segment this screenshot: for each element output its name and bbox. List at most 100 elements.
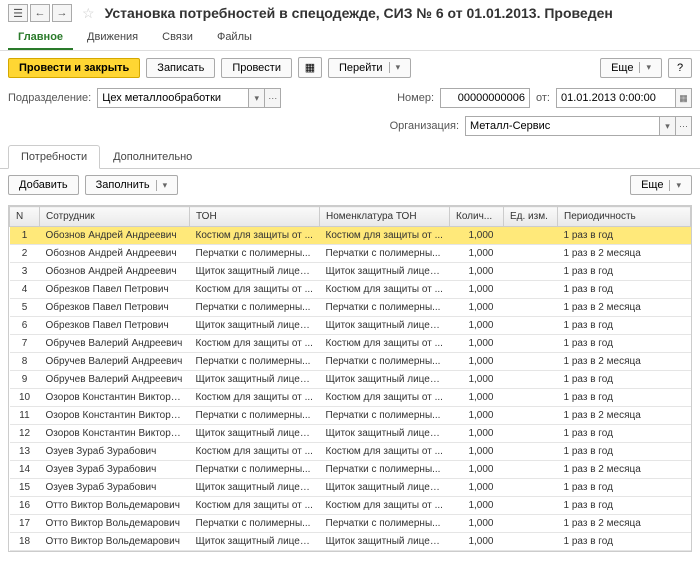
- cell-period: 1 раз в год: [558, 317, 691, 335]
- fill-button[interactable]: Заполнить ▾: [85, 175, 179, 195]
- cell-ton: Костюм для защиты от ...: [190, 389, 320, 407]
- cell-n: 15: [10, 479, 40, 497]
- cell-qty: 1,000: [450, 281, 504, 299]
- table-row[interactable]: 18Отто Виктор ВольдемаровичЩиток защитны…: [10, 533, 691, 551]
- cell-nom: Перчатки с полимерны...: [320, 299, 450, 317]
- open-icon[interactable]: ⋯: [265, 88, 281, 108]
- cell-employee: Обручев Валерий Андреевич: [40, 371, 190, 389]
- cell-period: 1 раз в 2 месяца: [558, 461, 691, 479]
- cell-qty: 1,000: [450, 299, 504, 317]
- form-row-2: Организация: ▾ ⋯: [0, 112, 700, 140]
- cell-n: 3: [10, 263, 40, 281]
- forward-button[interactable]: →: [52, 4, 72, 22]
- registers-icon[interactable]: ▦: [298, 57, 322, 78]
- back-button[interactable]: ←: [30, 4, 50, 22]
- cell-ton: Щиток защитный лицевой: [190, 263, 320, 281]
- dept-label: Подразделение:: [8, 92, 91, 104]
- table-header: N Сотрудник ТОН Номенклатура ТОН Колич..…: [10, 207, 691, 227]
- table-row[interactable]: 2Обознов Андрей АндреевичПерчатки с поли…: [10, 245, 691, 263]
- cell-qty: 1,000: [450, 227, 504, 245]
- page-title: Установка потребностей в спецодежде, СИЗ…: [105, 5, 613, 21]
- org-field[interactable]: [465, 116, 660, 136]
- cell-employee: Озоров Константин Викторо...: [40, 389, 190, 407]
- table-row[interactable]: 13Озуев Зураб ЗурабовичКостюм для защиты…: [10, 443, 691, 461]
- col-nomenclature[interactable]: Номенклатура ТОН: [320, 207, 450, 227]
- cell-employee: Обознов Андрей Андреевич: [40, 245, 190, 263]
- post-and-close-button[interactable]: Провести и закрыть: [8, 58, 140, 78]
- table-row[interactable]: 7Обручев Валерий АндреевичКостюм для защ…: [10, 335, 691, 353]
- col-n[interactable]: N: [10, 207, 40, 227]
- cell-ton: Щиток защитный лицевой: [190, 479, 320, 497]
- cell-nom: Перчатки с полимерны...: [320, 461, 450, 479]
- cell-qty: 1,000: [450, 515, 504, 533]
- table-row[interactable]: 16Отто Виктор ВольдемаровичКостюм для за…: [10, 497, 691, 515]
- cell-period: 1 раз в год: [558, 479, 691, 497]
- col-periodicity[interactable]: Периодичность: [558, 207, 691, 227]
- post-button[interactable]: Провести: [221, 58, 292, 78]
- table-row[interactable]: 12Озоров Константин Викторо...Щиток защи…: [10, 425, 691, 443]
- table-row[interactable]: 1Обознов Андрей АндреевичКостюм для защи…: [10, 227, 691, 245]
- cell-nom: Перчатки с полимерны...: [320, 407, 450, 425]
- titlebar: ☰ ← → ☆ Установка потребностей в спецоде…: [0, 0, 700, 26]
- table-row[interactable]: 17Отто Виктор ВольдемаровичПерчатки с по…: [10, 515, 691, 533]
- table-row[interactable]: 15Озуев Зураб ЗурабовичЩиток защитный ли…: [10, 479, 691, 497]
- cell-qty: 1,000: [450, 425, 504, 443]
- table-row[interactable]: 10Озоров Константин Викторо...Костюм для…: [10, 389, 691, 407]
- cell-period: 1 раз в год: [558, 533, 691, 551]
- tab-files[interactable]: Файлы: [207, 26, 262, 50]
- table-row[interactable]: 11Озоров Константин Викторо...Перчатки с…: [10, 407, 691, 425]
- col-employee[interactable]: Сотрудник: [40, 207, 190, 227]
- tab-links[interactable]: Связи: [152, 26, 203, 50]
- col-unit[interactable]: Ед. изм.: [504, 207, 558, 227]
- table-row[interactable]: 4Обрезков Павел ПетровичКостюм для защит…: [10, 281, 691, 299]
- table-row[interactable]: 3Обознов Андрей АндреевичЩиток защитный …: [10, 263, 691, 281]
- cell-nom: Костюм для защиты от ...: [320, 281, 450, 299]
- cell-ton: Щиток защитный лицевой: [190, 371, 320, 389]
- save-button[interactable]: Записать: [146, 58, 215, 78]
- more-label: Еще: [611, 62, 633, 74]
- cell-employee: Озоров Константин Викторо...: [40, 407, 190, 425]
- favorite-star-icon[interactable]: ☆: [82, 5, 95, 22]
- add-button[interactable]: Добавить: [8, 175, 79, 195]
- chevron-down-icon: ▾: [639, 62, 651, 73]
- cell-unit: [504, 317, 558, 335]
- cell-nom: Щиток защитный лицевой: [320, 425, 450, 443]
- cell-n: 18: [10, 533, 40, 551]
- table-row[interactable]: 14Озуев Зураб ЗурабовичПерчатки с полиме…: [10, 461, 691, 479]
- table-row[interactable]: 9Обручев Валерий АндреевичЩиток защитный…: [10, 371, 691, 389]
- chevron-down-icon: ▾: [156, 180, 168, 191]
- table-row[interactable]: 8Обручев Валерий АндреевичПерчатки с пол…: [10, 353, 691, 371]
- chevron-down-icon: ▾: [669, 180, 681, 191]
- help-button[interactable]: ?: [668, 58, 692, 78]
- col-ton[interactable]: ТОН: [190, 207, 320, 227]
- subtab-extra[interactable]: Дополнительно: [100, 145, 205, 169]
- menu-icon[interactable]: ☰: [8, 4, 28, 22]
- number-field[interactable]: [440, 88, 530, 108]
- date-field[interactable]: [556, 88, 676, 108]
- cell-unit: [504, 245, 558, 263]
- col-qty[interactable]: Колич...: [450, 207, 504, 227]
- tab-moves[interactable]: Движения: [77, 26, 148, 50]
- tab-main[interactable]: Главное: [8, 26, 73, 50]
- calendar-icon[interactable]: ▦: [676, 88, 692, 108]
- table-row[interactable]: 5Обрезков Павел ПетровичПерчатки с полим…: [10, 299, 691, 317]
- cell-ton: Перчатки с полимерны...: [190, 299, 320, 317]
- dept-field[interactable]: [97, 88, 249, 108]
- cell-nom: Костюм для защиты от ...: [320, 443, 450, 461]
- dropdown-icon[interactable]: ▾: [249, 88, 265, 108]
- table-more-button[interactable]: Еще ▾: [630, 175, 692, 195]
- cell-employee: Озоров Константин Викторо...: [40, 425, 190, 443]
- cell-period: 1 раз в 2 месяца: [558, 299, 691, 317]
- cell-period: 1 раз в год: [558, 443, 691, 461]
- cell-nom: Костюм для защиты от ...: [320, 335, 450, 353]
- more-button[interactable]: Еще ▾: [600, 58, 662, 78]
- cell-n: 8: [10, 353, 40, 371]
- chevron-down-icon: ▾: [389, 62, 401, 73]
- open-icon[interactable]: ⋯: [676, 116, 692, 136]
- main-toolbar: Провести и закрыть Записать Провести ▦ П…: [0, 51, 700, 84]
- dropdown-icon[interactable]: ▾: [660, 116, 676, 136]
- cell-period: 1 раз в год: [558, 389, 691, 407]
- table-row[interactable]: 6Обрезков Павел ПетровичЩиток защитный л…: [10, 317, 691, 335]
- go-button[interactable]: Перейти ▾: [328, 58, 411, 78]
- subtab-needs[interactable]: Потребности: [8, 145, 100, 169]
